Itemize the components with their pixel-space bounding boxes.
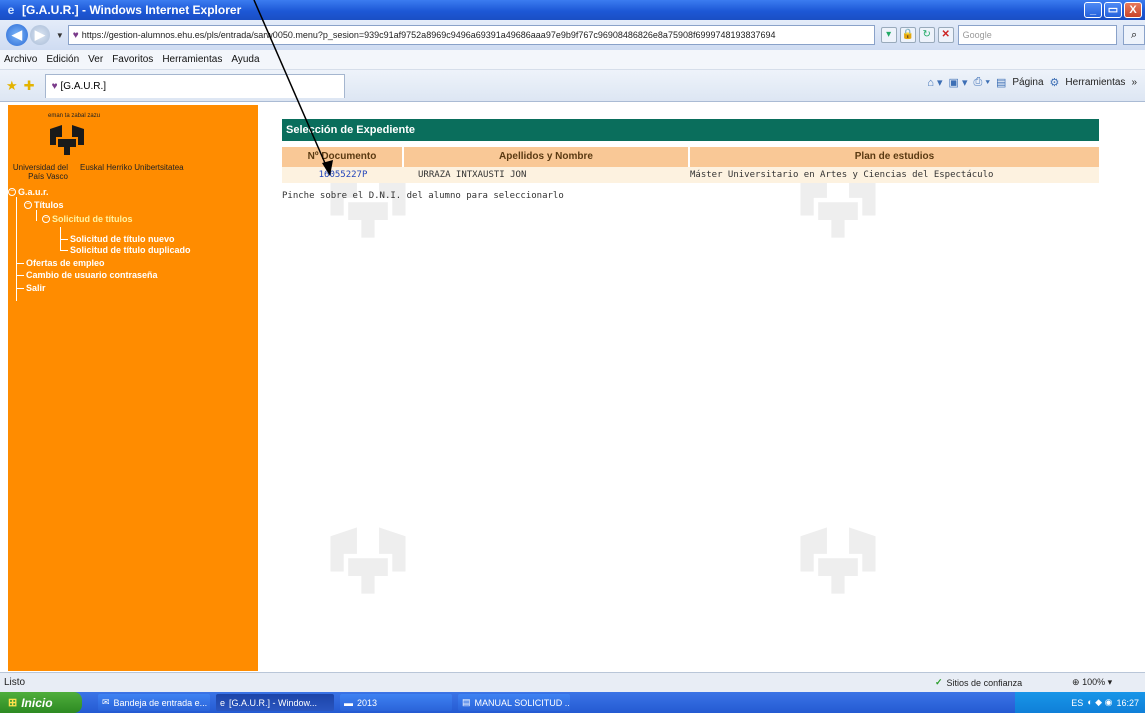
task-mail[interactable]: ✉ Bandeja de entrada e... bbox=[98, 694, 210, 711]
university-logo: eman ta zabal zazu Universidad del País … bbox=[8, 113, 188, 191]
nav-ofertas[interactable]: Ofertas de empleo bbox=[26, 258, 105, 268]
tab-gaur[interactable]: ♥ [G.A.U.R.] bbox=[44, 73, 345, 98]
menu-ayuda[interactable]: Ayuda bbox=[231, 54, 259, 65]
refresh-icon[interactable]: ↻ bbox=[918, 27, 935, 43]
task-folder[interactable]: ▬ 2013 bbox=[340, 694, 452, 711]
watermark-emblem-icon bbox=[330, 527, 406, 594]
documento-link[interactable]: 16055227P bbox=[282, 167, 404, 183]
tray-icons[interactable]: ◐ ◆ ◉ bbox=[1087, 697, 1112, 708]
nav-titulos[interactable]: − Títulos bbox=[24, 200, 64, 210]
status-text: Listo bbox=[4, 677, 26, 688]
page-menu[interactable]: Página bbox=[1012, 77, 1043, 88]
table-row: 16055227P URRAZA INTXAUSTI JON Máster Un… bbox=[282, 167, 1099, 183]
col-nombre: Apellidos y Nombre bbox=[404, 147, 690, 167]
zoom-control[interactable]: ⊕ 100% ▾ bbox=[1072, 677, 1112, 688]
ie-icon: e bbox=[220, 697, 226, 708]
mail-icon: ✉ bbox=[102, 697, 110, 707]
window-title-bar: e [G.A.U.R.] - Windows Internet Explorer… bbox=[0, 0, 1145, 20]
status-bar: Listo ✓ Sitios de confianza ⊕ 100% ▾ bbox=[0, 672, 1145, 692]
menu-edicion[interactable]: Edición bbox=[46, 54, 79, 65]
close-button[interactable]: X bbox=[1124, 2, 1142, 18]
nav-solicitud-duplicado[interactable]: Solicitud de título duplicado bbox=[70, 245, 191, 255]
ie-icon: e bbox=[7, 3, 15, 17]
tab-favicon-icon: ♥ bbox=[51, 80, 58, 92]
url-text: https://gestion-alumnos.ehu.es/pls/entra… bbox=[81, 30, 776, 40]
favorites-bar: ★ ✚ ♥ [G.A.U.R.] ⌂ ▾ ▣ ▾ ⎙ ▾ ▤ Página ⚙ … bbox=[0, 70, 1145, 102]
task-manual[interactable]: ▤ MANUAL SOLICITUD ... bbox=[458, 694, 570, 711]
search-input[interactable]: Google bbox=[957, 25, 1118, 45]
collapse-icon[interactable]: − bbox=[8, 188, 16, 196]
logo-tagline: eman ta zabal zazu bbox=[48, 113, 101, 119]
menu-ver[interactable]: Ver bbox=[88, 54, 103, 65]
university-emblem-icon bbox=[50, 125, 84, 155]
tab-label: [G.A.U.R.] bbox=[60, 80, 107, 92]
menu-bar: Archivo Edición Ver Favoritos Herramient… bbox=[0, 50, 1145, 70]
zoom-icon: ⊕ bbox=[1072, 677, 1080, 687]
address-bar: ◀ ▶ ▼ ♥ https://gestion-alumnos.ehu.es/p… bbox=[0, 20, 1145, 50]
nav-root[interactable]: − G.a.u.r. bbox=[8, 187, 49, 197]
zoom-dropdown-icon: ▾ bbox=[1107, 677, 1113, 687]
check-icon: ✓ bbox=[935, 677, 943, 687]
feeds-icon[interactable]: ▣ ▾ bbox=[949, 76, 968, 89]
document-icon: ▤ bbox=[462, 697, 471, 707]
page-content: eman ta zabal zazu Universidad del País … bbox=[0, 103, 1145, 671]
windows-flag-icon: ⊞ bbox=[8, 697, 18, 709]
task-ie[interactable]: e [G.A.U.R.] - Window... bbox=[216, 694, 334, 711]
search-icon[interactable]: ⌕ bbox=[1123, 25, 1145, 45]
watermark-emblem-icon bbox=[800, 527, 876, 594]
history-dropdown-icon[interactable]: ▼ bbox=[56, 31, 64, 40]
logo-university-eu: Euskal Herriko Unibertsitatea bbox=[80, 163, 184, 172]
tools-icon: ⚙ bbox=[1049, 77, 1060, 89]
stop-icon[interactable]: ✕ bbox=[937, 27, 954, 43]
taskbar: ⊞ Inicio ✉ Bandeja de entrada e... e [G.… bbox=[0, 692, 1145, 713]
dropdown-icon[interactable]: ▾ bbox=[880, 27, 897, 43]
back-button[interactable]: ◀ bbox=[6, 24, 28, 46]
page-icon: ▤ bbox=[995, 77, 1007, 89]
logo-university-es: Universidad del País Vasco bbox=[12, 163, 68, 181]
more-icon[interactable]: » bbox=[1131, 77, 1137, 88]
system-tray: ES ◐ ◆ ◉ 16:27 bbox=[1015, 692, 1145, 713]
url-input[interactable]: ♥ https://gestion-alumnos.ehu.es/pls/ent… bbox=[67, 25, 875, 45]
panel-title: Selección de Expediente bbox=[282, 119, 1099, 141]
tools-menu[interactable]: Herramientas bbox=[1065, 77, 1125, 88]
command-bar: ⌂ ▾ ▣ ▾ ⎙ ▾ ▤ Página ⚙ Herramientas » bbox=[927, 76, 1137, 89]
menu-favoritos[interactable]: Favoritos bbox=[112, 54, 153, 65]
language-indicator[interactable]: ES bbox=[1071, 698, 1083, 708]
table-header: Nº Documento Apellidos y Nombre Plan de … bbox=[282, 147, 1099, 167]
col-documento: Nº Documento bbox=[282, 147, 404, 167]
minimize-button[interactable]: _ bbox=[1084, 2, 1102, 18]
sidebar: eman ta zabal zazu Universidad del País … bbox=[8, 105, 258, 671]
window-controls: _ ▭ X bbox=[1084, 2, 1142, 18]
nav-solicitud-nuevo[interactable]: Solicitud de título nuevo bbox=[70, 234, 175, 244]
plan-cell: Máster Universitario en Artes y Ciencias… bbox=[690, 170, 994, 180]
collapse-icon[interactable]: − bbox=[42, 215, 50, 223]
selection-hint: Pinche sobre el D.N.I. del alumno para s… bbox=[282, 191, 564, 201]
main-panel: Selección de Expediente Nº Documento Ape… bbox=[258, 103, 1145, 671]
clock: 16:27 bbox=[1116, 697, 1139, 708]
site-favicon-icon: ♥ bbox=[72, 29, 79, 41]
favorites-star-icon[interactable]: ★ bbox=[6, 78, 18, 94]
maximize-button[interactable]: ▭ bbox=[1104, 2, 1122, 18]
nav-solicitud-titulos[interactable]: − Solicitud de títulos bbox=[42, 214, 133, 224]
forward-button[interactable]: ▶ bbox=[29, 25, 50, 45]
menu-herramientas[interactable]: Herramientas bbox=[162, 54, 222, 65]
col-plan: Plan de estudios bbox=[690, 147, 1099, 167]
nombre-cell: URRAZA INTXAUSTI JON bbox=[418, 170, 527, 180]
lock-icon[interactable]: 🔒 bbox=[899, 27, 916, 43]
add-favorites-icon[interactable]: ✚ bbox=[24, 78, 35, 94]
folder-icon: ▬ bbox=[344, 697, 353, 708]
security-zone[interactable]: ✓ Sitios de confianza bbox=[935, 677, 1022, 688]
nav-salir[interactable]: Salir bbox=[26, 283, 46, 293]
home-icon[interactable]: ⌂ ▾ bbox=[927, 76, 942, 89]
expedientes-table: Nº Documento Apellidos y Nombre Plan de … bbox=[282, 147, 1099, 183]
address-tools: ▾ 🔒 ↻ ✕ bbox=[880, 27, 954, 43]
collapse-icon[interactable]: − bbox=[24, 201, 32, 209]
start-button[interactable]: ⊞ Inicio bbox=[0, 692, 82, 713]
nav-cambio[interactable]: Cambio de usuario contraseña bbox=[26, 270, 158, 280]
window-title: [G.A.U.R.] - Windows Internet Explorer bbox=[22, 3, 242, 17]
print-icon[interactable]: ⎙ ▾ bbox=[974, 76, 990, 89]
menu-archivo[interactable]: Archivo bbox=[4, 54, 37, 65]
